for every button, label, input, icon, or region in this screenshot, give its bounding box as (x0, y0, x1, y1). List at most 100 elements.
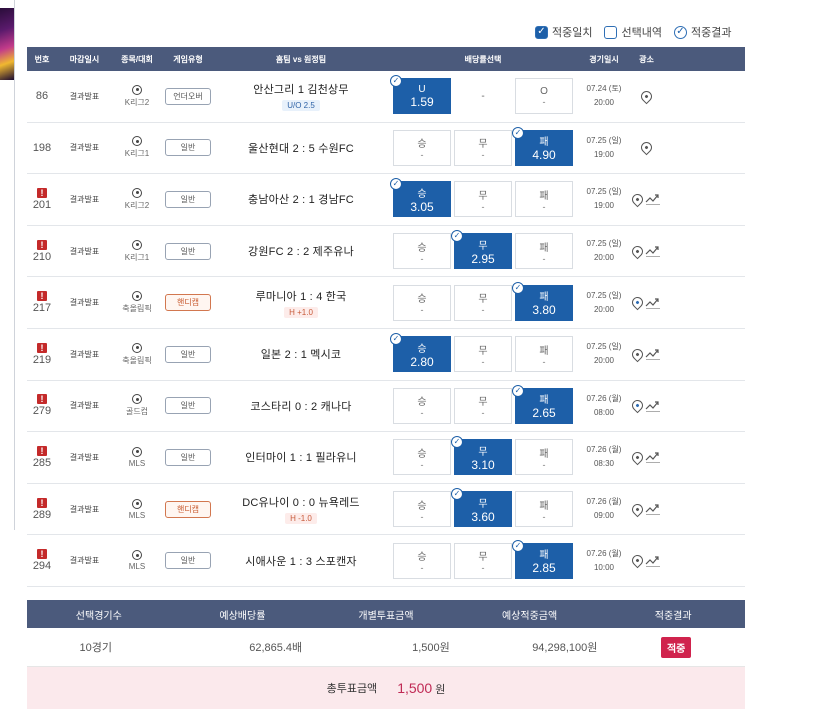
game-type-cell: 핸디캡 (162, 500, 214, 518)
odds-button[interactable]: ✓ 패 3.80 (512, 281, 573, 321)
odds-button[interactable]: 무 - (454, 336, 512, 373)
trend-chart-icon[interactable] (645, 400, 661, 412)
odds-button[interactable]: ✓ 패 2.85 (512, 539, 573, 579)
table-row: ! 219 결과발표 축올림픽 일반 일본 2 : 1 멕시코 ✓ 승 2.80 (27, 329, 745, 381)
trend-chart-icon[interactable] (645, 555, 661, 567)
location-pin-icon[interactable] (629, 552, 646, 569)
match-date: 07.26 (월) (586, 548, 622, 558)
odds-value: - (420, 563, 424, 574)
thumbnail-image[interactable] (0, 8, 14, 80)
filter-result[interactable]: ✓ 적중결과 (673, 24, 731, 40)
odds-label: 패 (539, 395, 549, 407)
trend-chart-icon[interactable] (645, 348, 661, 361)
odds-button[interactable]: ✓ 패 4.90 (512, 126, 573, 166)
odds-value: 2.85 (532, 561, 556, 576)
odds-label: 패 (539, 500, 549, 512)
location-pin-icon[interactable] (629, 294, 646, 311)
away-team: 멕시코 (310, 349, 342, 362)
location-pin-icon[interactable] (629, 398, 646, 414)
soccer-ball-icon (132, 84, 142, 95)
match-datetime-cell: 07.25 (일) 20:00 (578, 237, 630, 265)
alert-icon: ! (37, 291, 47, 302)
odds-button[interactable]: 패 - (515, 181, 573, 218)
table-row: ! 210 결과발표 K리그1 일반 강원FC 2 : 2 제주유나 승 - ✓… (27, 226, 745, 278)
away-team: 필라유니 (315, 452, 357, 465)
odds-button[interactable]: 승 - (393, 129, 451, 166)
odds-button[interactable]: ✓ 무 3.10 (451, 436, 512, 476)
odds-button[interactable]: 무 - (454, 284, 512, 321)
deadline-cell: 결과발표 (57, 504, 112, 515)
teams-cell: 인터마이 1 : 1 필라유니 (214, 449, 388, 465)
trend-chart-icon[interactable] (645, 245, 661, 257)
odds-label: 승 (417, 188, 427, 200)
odds-button[interactable]: 승 - (393, 284, 451, 321)
odds-button[interactable]: ✓ 무 2.95 (451, 230, 512, 270)
match-score: 2 : 1 (292, 194, 315, 207)
match-time: 09:00 (593, 511, 615, 521)
odds-label: 무 (478, 397, 488, 409)
odds-button[interactable]: 승 - (393, 439, 451, 476)
odds-button[interactable]: ✓ 승 3.05 (390, 178, 451, 218)
location-pin-icon[interactable] (629, 449, 646, 466)
odds-button[interactable]: ✓ 패 2.65 (512, 384, 573, 424)
odds-label: 승 (417, 242, 427, 254)
teams-cell: 루마니아 1 : 4 한국 H +1.0 (214, 288, 388, 318)
odds-cell: 승 - ✓ 무 3.10 패 - (388, 436, 578, 476)
odds-button[interactable]: ✓ U 1.59 (390, 75, 451, 115)
odds-button[interactable]: - (454, 78, 512, 114)
expected-win-value: 94,298,100원 (532, 642, 598, 654)
trend-chart-icon[interactable] (645, 503, 661, 515)
odds-button[interactable]: 패 - (515, 233, 573, 270)
match-score: 2 : 5 (292, 142, 315, 155)
trend-chart-icon[interactable] (645, 193, 661, 206)
odds-button[interactable]: O - (515, 78, 573, 115)
ad-cell (629, 191, 663, 208)
odds-button[interactable]: 무 - (454, 129, 512, 166)
odds-button[interactable]: 승 - (393, 233, 451, 270)
location-pin-icon[interactable] (629, 501, 646, 517)
away-team: 제주유나 (312, 246, 354, 259)
check-circle-icon: ✓ (512, 539, 524, 552)
summary-table: 선택경기수 예상배당률 개별투표금액 예상적중금액 적중결과 10경기 62,8… (27, 600, 745, 709)
odds-button[interactable]: 패 - (515, 439, 573, 476)
filter-selection[interactable]: 선택내역 (604, 24, 662, 40)
location-pin-icon[interactable] (629, 346, 646, 363)
location-pin-icon[interactable] (629, 191, 646, 208)
filter-bar: ✓ 적중일치 선택내역 ✓ 적중결과 (535, 22, 731, 42)
odds-label: 패 (539, 345, 549, 357)
odds-button[interactable]: ✓ 무 3.60 (451, 488, 512, 528)
odds-button[interactable]: 무 - (454, 542, 512, 579)
trend-chart-icon[interactable] (645, 451, 661, 464)
table-row: ! 294 결과발표 MLS 일반 시애사운 1 : 3 스포캔자 승 - 무 … (27, 535, 745, 587)
soccer-ball-icon (132, 342, 142, 353)
side-panel-edge (0, 0, 15, 530)
ad-cell (629, 501, 663, 517)
total-unit: 원 (435, 683, 446, 696)
odds-value: 3.80 (532, 303, 556, 318)
match-date: 07.25 (일) (586, 290, 622, 300)
match-time: 08:30 (593, 459, 615, 469)
game-type-cell: 일반 (162, 345, 214, 363)
match-time: 20:00 (593, 253, 615, 263)
odds-button[interactable]: 승 - (393, 387, 451, 424)
trend-chart-icon[interactable] (645, 297, 661, 309)
odds-group: 승 - 무 - ✓ 패 3.80 (388, 281, 578, 321)
location-pin-icon[interactable] (638, 88, 655, 105)
game-type-cell: 일반 (162, 448, 214, 466)
match-score: 0 : 0 (292, 497, 316, 510)
location-pin-icon[interactable] (638, 140, 655, 156)
odds-button[interactable]: 승 - (393, 491, 451, 528)
odds-button[interactable]: 무 - (454, 181, 512, 218)
odds-button[interactable]: ✓ 승 2.80 (390, 333, 451, 373)
ad-cell (629, 552, 663, 569)
location-pin-icon[interactable] (629, 243, 646, 259)
filter-match[interactable]: ✓ 적중일치 (535, 24, 592, 40)
deadline-status: 결과발표 (69, 91, 100, 101)
game-type-badge: 핸디캡 (165, 500, 211, 518)
odds-cell: 승 - ✓ 무 3.60 패 - (388, 488, 578, 528)
home-team: DC유나이 (242, 497, 290, 510)
odds-button[interactable]: 무 - (454, 387, 512, 424)
odds-button[interactable]: 승 - (393, 542, 451, 579)
odds-button[interactable]: 패 - (515, 491, 573, 528)
odds-button[interactable]: 패 - (515, 336, 573, 373)
